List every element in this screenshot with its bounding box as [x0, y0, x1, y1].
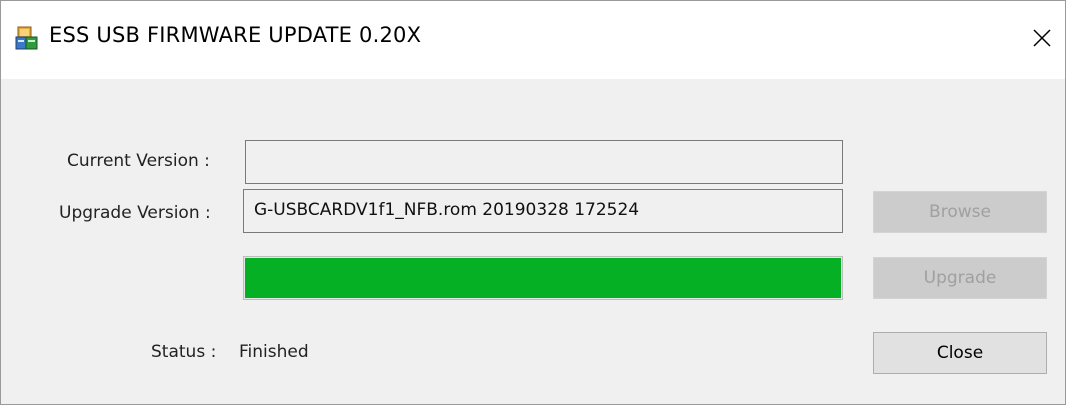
window-title: ESS USB FIRMWARE UPDATE 0.20X: [49, 23, 422, 47]
close-button[interactable]: Close: [873, 332, 1047, 374]
upgrade-version-field: G-USBCARDV1f1_NFB.rom 20190328 172524: [243, 189, 843, 233]
upgrade-version-label: Upgrade Version :: [59, 203, 211, 223]
progress-fill: [245, 258, 841, 298]
current-version-label: Current Version :: [67, 151, 210, 171]
status-label: Status :: [151, 342, 217, 362]
browse-button[interactable]: Browse: [873, 191, 1047, 233]
browse-button-label: Browse: [929, 202, 991, 222]
firmware-update-window: ESS USB FIRMWARE UPDATE 0.20X Current Ve…: [0, 0, 1066, 405]
current-version-field: [245, 140, 843, 184]
close-button-label: Close: [936, 343, 984, 363]
update-progress-bar: [243, 256, 843, 300]
upgrade-button-label: Upgrade: [923, 268, 997, 288]
close-icon[interactable]: [1019, 15, 1065, 61]
upgrade-button[interactable]: Upgrade: [873, 257, 1047, 299]
upgrade-version-value: G-USBCARDV1f1_NFB.rom 20190328 172524: [254, 200, 640, 220]
status-value: Finished: [239, 342, 309, 362]
title-bar[interactable]: ESS USB FIRMWARE UPDATE 0.20X: [1, 1, 1065, 79]
firmware-app-icon: [15, 26, 39, 50]
